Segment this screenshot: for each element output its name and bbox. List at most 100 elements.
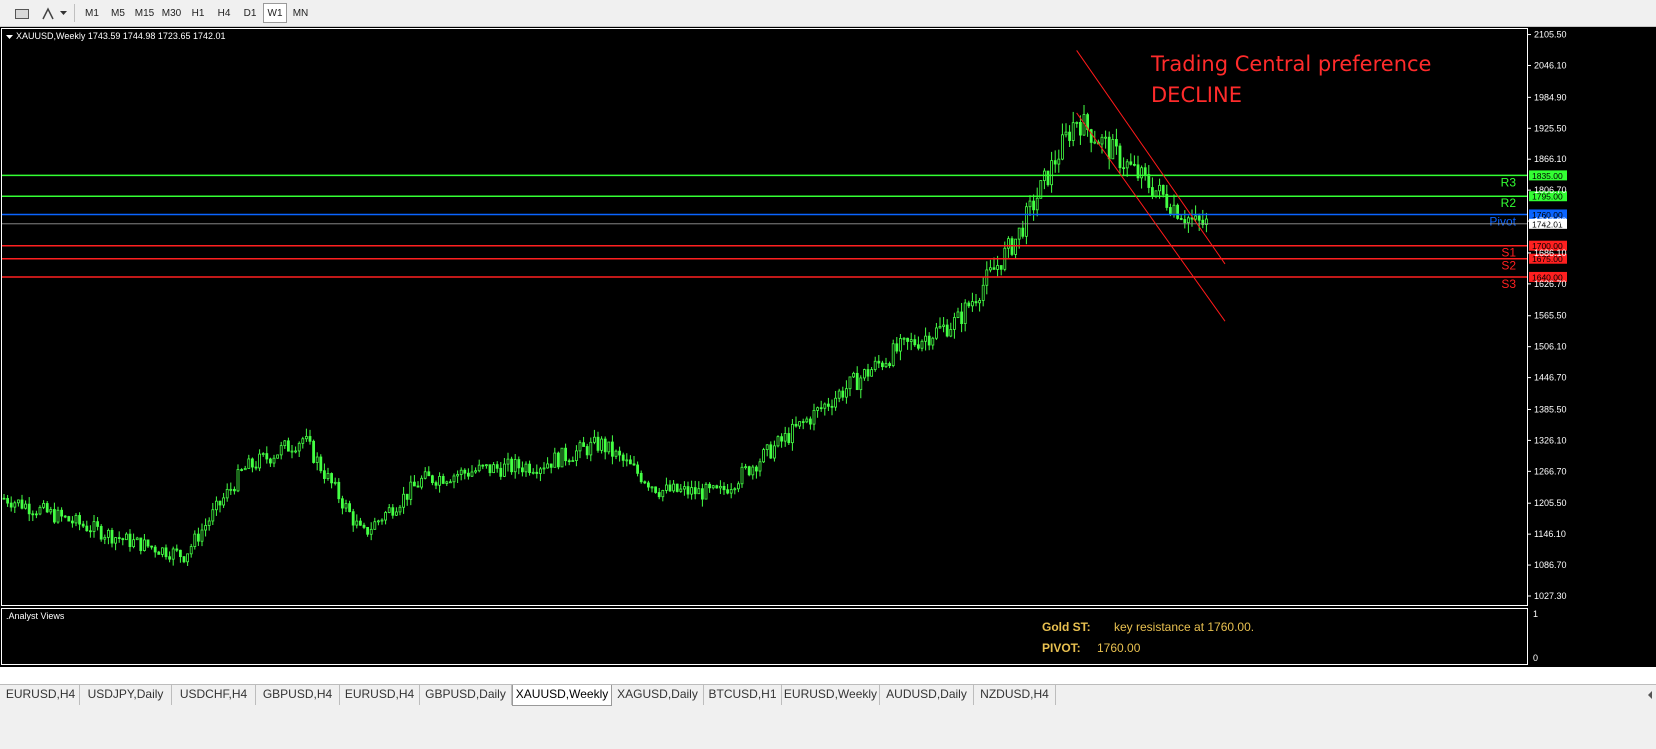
candle-body [125, 533, 128, 541]
candle-body [258, 453, 262, 469]
candle-body [20, 499, 24, 509]
candle-body [171, 548, 175, 560]
annotation-decline: DECLINE [1151, 83, 1242, 107]
chart-tab[interactable]: USDCHF,H4 [172, 685, 256, 705]
timeframe-m30[interactable]: M30 [158, 3, 185, 23]
indicator-scale-bottom: 0 [1533, 653, 1538, 663]
candle-body [693, 487, 697, 495]
candle-body [999, 265, 1003, 270]
chart-tab[interactable]: EURUSD,Weekly [782, 685, 880, 705]
candle-body [204, 525, 208, 531]
candle-body [1125, 161, 1129, 169]
candle-body [686, 486, 690, 495]
candle-body [726, 489, 729, 494]
candle-body [837, 390, 841, 399]
timeframe-h1[interactable]: H1 [185, 3, 211, 23]
timeframe-d1[interactable]: D1 [237, 3, 263, 23]
candle-body [481, 464, 485, 467]
price-axis-label: 1205.50 [1534, 498, 1567, 508]
candle-body [1053, 160, 1057, 165]
candle-body [1122, 167, 1125, 170]
candle-body [517, 459, 521, 469]
candle-body [107, 529, 110, 538]
candle-body [1017, 227, 1021, 240]
candle-body [2, 497, 6, 500]
chart-tab[interactable]: AUDUSD,Daily [880, 685, 974, 705]
chart-tab[interactable]: XAUUSD,Weekly [512, 685, 612, 706]
price-chart[interactable]: R3 1835.00R2 1795.00Pivot 1760.00S1 1700.00S… [0, 27, 1656, 667]
dropdown-arrow-icon[interactable] [58, 3, 68, 23]
candle-body [200, 529, 204, 542]
tab-scroll-icon[interactable] [1643, 685, 1656, 705]
candle-body [1100, 136, 1104, 145]
candle-body [582, 442, 585, 447]
candle-body [304, 436, 308, 440]
chart-header: XAUUSD,Weekly 1743.59 1744.98 1723.65 17… [16, 31, 225, 41]
price-axis-label: 1146.10 [1534, 529, 1566, 539]
candle-body [391, 507, 395, 516]
candle-body [629, 459, 632, 465]
candle-body [650, 486, 654, 489]
candle-body [477, 464, 481, 472]
crosshair-tools-icon[interactable] [38, 3, 58, 23]
candle-body [830, 405, 834, 408]
chart-tab[interactable]: EURUSD,H4 [2, 685, 80, 705]
chart-tab[interactable]: GBPUSD,Daily [420, 685, 512, 705]
chart-window-icon[interactable] [8, 3, 36, 23]
timeframe-m15[interactable]: M15 [131, 3, 158, 23]
candle-body [214, 500, 218, 511]
timeframe-m1[interactable]: M1 [79, 3, 105, 23]
candle-body [528, 463, 531, 473]
candle-body [236, 469, 240, 492]
candle-body [60, 509, 63, 517]
candle-body [355, 520, 359, 526]
toolbar-separator [74, 4, 75, 22]
candle-body [567, 460, 571, 463]
candle-body [506, 458, 510, 465]
candle-body [967, 302, 971, 307]
candle-body [337, 481, 341, 500]
candle-body [978, 300, 981, 304]
candle-body [110, 529, 114, 544]
candle-body [956, 311, 960, 318]
chart-tab[interactable]: GBPUSD,H4 [256, 685, 340, 705]
timeframe-m5[interactable]: M5 [105, 3, 131, 23]
price-axis-label: 1686.10 [1534, 248, 1567, 258]
candle-body [427, 471, 431, 477]
chart-tab[interactable]: XAGUSD,Daily [612, 685, 704, 705]
candle-body [330, 473, 334, 484]
candle-body [992, 267, 996, 270]
chart-tab[interactable]: EURUSD,H4 [340, 685, 420, 705]
timeframe-w1[interactable]: W1 [263, 3, 287, 23]
candle-body [24, 503, 28, 509]
candle-body [924, 335, 927, 342]
candle-body [150, 545, 154, 548]
candle-body [1075, 121, 1079, 124]
timeframe-mn[interactable]: MN [287, 3, 314, 23]
chart-tab[interactable]: BTCUSD,H1 [704, 685, 782, 705]
candle-body [1140, 167, 1143, 179]
candle-body [636, 464, 639, 474]
candle-body [744, 466, 747, 469]
candle-body [870, 369, 873, 377]
timeframe-toolbar: M1 M5 M15 M30 H1 H4 D1 W1 MN [0, 0, 1656, 27]
candle-body [254, 466, 258, 469]
candle-body [618, 450, 621, 456]
timeframe-h4[interactable]: H4 [211, 3, 237, 23]
candle-body [891, 343, 895, 367]
candle-body [1014, 238, 1017, 255]
chart-tab[interactable]: USDJPY,Daily [80, 685, 172, 705]
candle-body [848, 376, 852, 390]
candle-body [164, 547, 168, 558]
candle-body [909, 339, 913, 342]
candle-body [276, 454, 280, 459]
candle-body [690, 487, 693, 495]
candle-body [312, 440, 316, 463]
candle-body [643, 481, 647, 484]
candle-body [459, 469, 463, 475]
candle-body [1050, 160, 1053, 186]
candle-body [132, 539, 136, 548]
price-axis-label: 1326.10 [1534, 435, 1567, 445]
chart-tab[interactable]: NZDUSD,H4 [974, 685, 1056, 705]
candle-body [1057, 158, 1061, 165]
